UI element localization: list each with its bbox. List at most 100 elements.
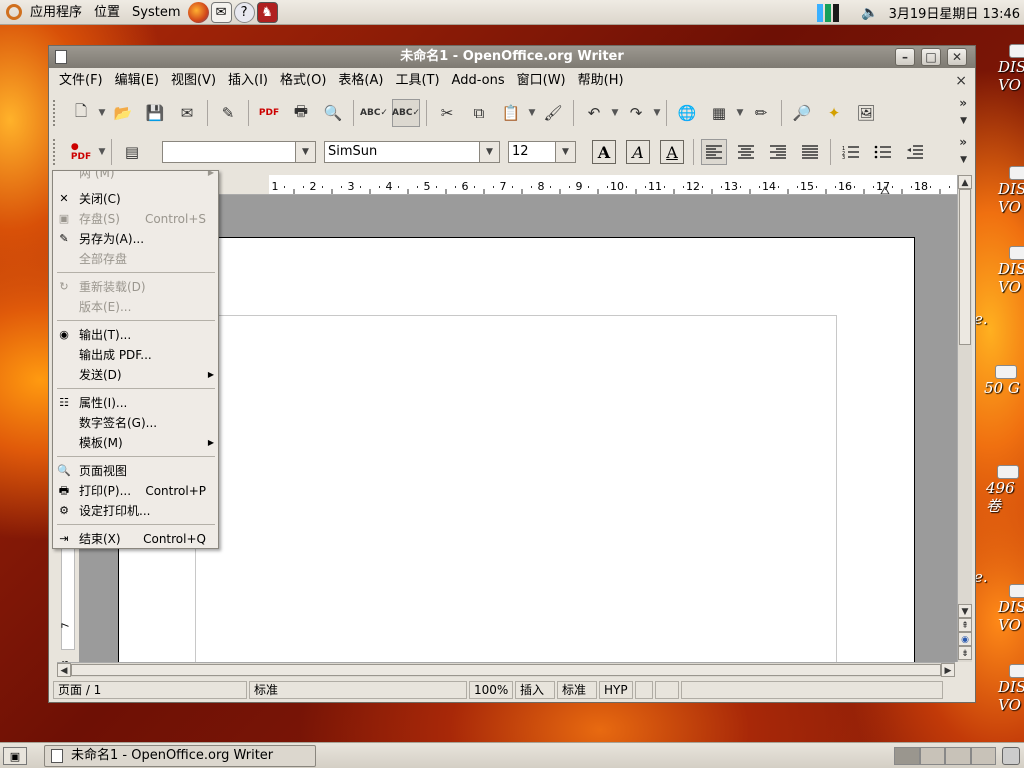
table-icon[interactable]: ▦ <box>705 99 733 127</box>
align-left-icon[interactable] <box>701 139 727 165</box>
file-menu-item[interactable]: ☷ 属性(I)... <box>53 393 218 413</box>
file-menu-item[interactable]: 🔍 页面视图 <box>53 461 218 481</box>
file-menu-item[interactable]: ✎ 另存为(A)... <box>53 229 218 249</box>
copy-icon[interactable]: ⧉ <box>465 99 493 127</box>
file-menu-item[interactable]: ↻ 重新装载(D) <box>53 277 218 297</box>
window-titlebar[interactable]: 未命名1 - OpenOffice.org Writer – □ ✕ <box>49 46 975 68</box>
toolbar-overflow-icon[interactable]: » <box>959 96 967 110</box>
pdf-dropdown-arrow[interactable]: ▼ <box>97 138 107 166</box>
minimize-button[interactable]: – <box>895 48 915 66</box>
export-pdf-direct-icon[interactable]: ● PDF <box>67 138 95 166</box>
file-menu-item[interactable]: ▣ 存盘(S) Control+S <box>53 209 218 229</box>
menu-format[interactable]: 格式(O) <box>274 68 332 94</box>
chevron-down-icon[interactable]: ▼ <box>555 142 575 162</box>
align-right-icon[interactable] <box>765 139 791 165</box>
file-menu-item[interactable]: 模板(M) ▶ <box>53 433 218 453</box>
chevron-down-icon[interactable]: ▼ <box>295 142 315 162</box>
close-document-icon[interactable]: × <box>955 68 967 94</box>
file-menu-item[interactable]: ⇥ 结束(X) Control+Q <box>53 529 218 548</box>
page-style[interactable]: 标准 <box>249 681 467 699</box>
navigation-icon[interactable]: ◉ <box>958 632 972 646</box>
toolbar-handle[interactable] <box>53 100 59 126</box>
horizontal-scrollbar[interactable]: ◀ ▶ <box>57 662 955 677</box>
file-menu-item[interactable]: ◉ 输出(T)... <box>53 325 218 345</box>
cut-icon[interactable]: ✂ <box>433 99 461 127</box>
paste-icon[interactable]: 📋 <box>497 99 525 127</box>
new-document-icon[interactable]: 🗋 <box>67 99 95 127</box>
show-desktop-icon[interactable]: ▣ <box>3 747 27 765</box>
places-menu[interactable]: 位置 <box>88 0 126 25</box>
clock[interactable]: 3月19日星期日 13:46 <box>879 3 1024 22</box>
file-menu-item[interactable]: 发送(D) ▶ <box>53 365 218 385</box>
justify-icon[interactable] <box>797 139 823 165</box>
taskbar-writer-button[interactable]: 未命名1 - OpenOffice.org Writer <box>44 745 316 767</box>
redo-dropdown-arrow[interactable]: ▼ <box>652 99 662 127</box>
undo-dropdown-arrow[interactable]: ▼ <box>610 99 620 127</box>
volume-icon[interactable]: 🔈 <box>861 5 878 21</box>
menu-edit[interactable]: 编辑(E) <box>109 68 165 94</box>
font-name-combo[interactable]: SimSun ▼ <box>324 141 500 163</box>
menu-window[interactable]: 窗口(W) <box>511 68 572 94</box>
chevron-down-icon[interactable]: ▼ <box>479 142 499 162</box>
next-page-icon[interactable]: ⇟ <box>958 646 972 660</box>
toolbar-overflow-icon[interactable]: » <box>959 135 967 149</box>
system-menu[interactable]: System <box>126 0 186 25</box>
menu-addons[interactable]: Add-ons <box>446 68 511 94</box>
save-icon[interactable]: 💾 <box>141 99 169 127</box>
scroll-up-arrow[interactable]: ▲ <box>958 175 972 189</box>
toolbar-handle[interactable] <box>53 139 59 165</box>
previous-page-icon[interactable]: ⇞ <box>958 618 972 632</box>
toolbar-options-icon[interactable]: ▼ <box>960 155 967 165</box>
bullets-icon[interactable] <box>870 139 896 165</box>
numbering-icon[interactable]: 123 <box>838 139 864 165</box>
font-size-combo[interactable]: 12 ▼ <box>508 141 576 163</box>
menu-view[interactable]: 视图(V) <box>165 68 222 94</box>
desktop-icon-disc-1[interactable]: DIS VO <box>998 44 1024 94</box>
decrease-indent-icon[interactable] <box>902 139 928 165</box>
format-paintbrush-icon[interactable]: 🖌 <box>539 99 567 127</box>
styles-formatting-icon[interactable]: ▤ <box>118 138 146 166</box>
desktop-icon-disc-4[interactable]: DIS VO <box>998 584 1024 634</box>
table-dropdown-arrow[interactable]: ▼ <box>735 99 745 127</box>
menu-tools[interactable]: 工具(T) <box>389 68 445 94</box>
desktop-icon-disc-2[interactable]: DIS VO <box>998 166 1024 216</box>
menu-help[interactable]: 帮助(H) <box>572 68 630 94</box>
undo-icon[interactable]: ↶ <box>580 99 608 127</box>
navigator-icon[interactable]: ✦ <box>820 99 848 127</box>
file-menu-item[interactable]: 🖶 打印(P)... Control+P <box>53 481 218 501</box>
games-icon[interactable]: ♞ <box>256 1 278 23</box>
horizontal-scroll-thumb[interactable] <box>71 664 941 676</box>
page-indicator[interactable]: 页面 / 1 <box>53 681 247 699</box>
redo-icon[interactable]: ↷ <box>622 99 650 127</box>
email-icon[interactable]: ✉ <box>173 99 201 127</box>
zoom-level[interactable]: 100% <box>469 681 513 699</box>
desktop-icon-drive-496[interactable]: 496 卷 <box>986 465 1024 515</box>
page-preview-icon[interactable]: 🔍 <box>319 99 347 127</box>
trash-icon[interactable] <box>1002 747 1020 765</box>
gallery-icon[interactable]: 🖼 <box>852 99 880 127</box>
desktop-icon-disc-5[interactable]: DIS VO <box>998 664 1024 714</box>
page[interactable] <box>118 237 915 675</box>
mail-icon[interactable]: ✉ <box>210 1 232 23</box>
help-icon[interactable]: ? <box>233 1 255 23</box>
file-menu-item[interactable]: 版本(E)... <box>53 297 218 317</box>
draw-functions-icon[interactable]: ✏ <box>747 99 775 127</box>
file-menu-item-partial[interactable]: 两 (M) ▶ <box>53 171 218 183</box>
workspace-3[interactable] <box>945 747 971 765</box>
edit-file-icon[interactable]: ✎ <box>214 99 242 127</box>
toolbar-options-icon[interactable]: ▼ <box>960 116 967 126</box>
spellcheck-icon[interactable]: ABC✓ <box>360 99 388 127</box>
underline-button[interactable]: A <box>660 140 684 164</box>
align-center-icon[interactable] <box>733 139 759 165</box>
file-menu-item[interactable]: ✕ 关闭(C) <box>53 189 218 209</box>
desktop-icon-disc-3[interactable]: DIS VO <box>998 246 1024 296</box>
export-pdf-icon[interactable]: PDF <box>255 99 283 127</box>
print-icon[interactable]: 🖶 <box>287 99 315 127</box>
workspace-4[interactable] <box>970 747 996 765</box>
file-menu-item[interactable]: 输出成 PDF... <box>53 345 218 365</box>
workspace-1[interactable] <box>894 747 920 765</box>
workspace-2[interactable] <box>919 747 945 765</box>
selection-mode[interactable]: 标准 <box>557 681 597 699</box>
find-replace-icon[interactable]: 🔎 <box>788 99 816 127</box>
file-menu-item[interactable]: 全部存盘 <box>53 249 218 269</box>
